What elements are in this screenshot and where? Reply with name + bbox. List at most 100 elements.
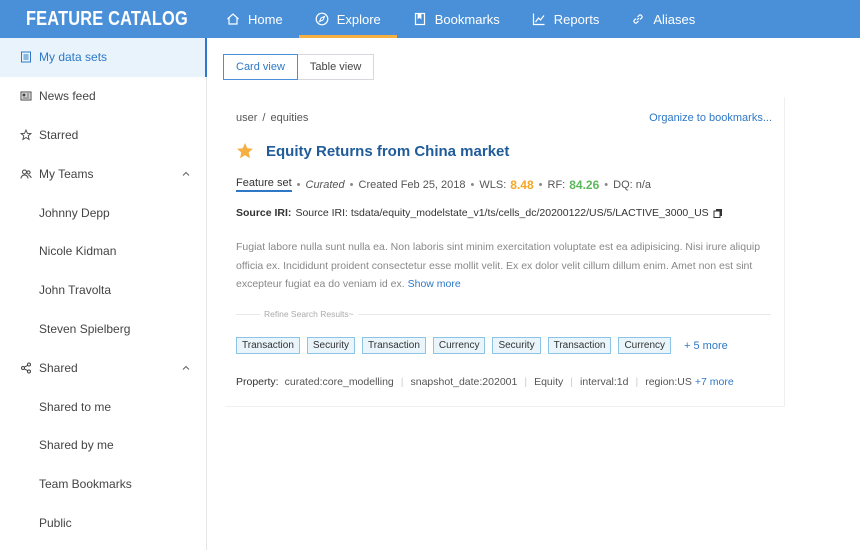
sidebar-item-shared-by-me[interactable]: Shared by me — [0, 426, 206, 465]
property-separator: | — [524, 376, 528, 388]
home-icon — [227, 13, 239, 25]
show-more-link[interactable]: Show more — [408, 278, 461, 290]
property-label: Property: — [236, 376, 279, 388]
tags-more-link[interactable]: + 5 more — [684, 340, 728, 352]
refine-label[interactable]: Refine Search Results~ — [264, 309, 354, 319]
source-iri: Source IRI: Source IRI: tsdata/equity_mo… — [236, 207, 723, 219]
organize-bookmarks-link[interactable]: Organize to bookmarks... — [649, 112, 772, 124]
sidebar-item-john-travolta[interactable]: John Travolta — [0, 271, 206, 310]
nav-explore[interactable]: Explore — [298, 0, 397, 38]
tag-chip[interactable]: Transaction — [362, 337, 426, 354]
tag-chip[interactable]: Currency — [432, 337, 486, 354]
nav-bookmarks-label: Bookmarks — [434, 11, 500, 27]
star-filled-icon[interactable] — [236, 142, 254, 160]
rf-value: 84.26 — [569, 177, 600, 192]
sidebar-item-johnny-depp[interactable]: Johnny Depp — [0, 193, 206, 232]
property-separator: | — [400, 376, 404, 388]
tag-chip[interactable]: Security — [492, 337, 541, 354]
chevron-up-icon[interactable] — [181, 363, 191, 373]
sidebar: My data sets News feed Starred My Teams … — [0, 38, 207, 550]
nav-reports-label: Reports — [553, 11, 600, 27]
meta-separator: • — [470, 178, 475, 191]
nav-reports[interactable]: Reports — [516, 0, 616, 38]
property-value[interactable]: interval:1d — [580, 376, 628, 388]
sidebar-item-news-feed[interactable]: News feed — [0, 77, 206, 116]
sidebar-item-label: Shared to me — [39, 399, 112, 414]
dataset-type: Feature set — [236, 177, 292, 192]
properties-more-link[interactable]: +7 more — [695, 376, 734, 388]
sidebar-item-label: Nicole Kidman — [39, 244, 117, 259]
wls-value: 8.48 — [510, 177, 534, 192]
dataset-description: Fugiat labore nulla sunt nulla ea. Non l… — [236, 238, 771, 294]
sidebar-item-nicole-kidman[interactable]: Nicole Kidman — [0, 232, 206, 271]
meta-separator: • — [296, 178, 301, 191]
tag-list: Transaction Security Transaction Currenc… — [236, 337, 728, 354]
share-icon — [20, 362, 32, 374]
sidebar-item-team-bookmarks[interactable]: Team Bookmarks — [0, 465, 206, 504]
meta-separator: • — [604, 178, 609, 191]
nav-home-label: Home — [248, 11, 283, 27]
tag-chip[interactable]: Currency — [618, 337, 672, 354]
breadcrumb-item[interactable]: user — [236, 112, 257, 124]
sidebar-item-steven-spielberg[interactable]: Steven Spielberg — [0, 310, 206, 349]
sidebar-item-label: Starred — [39, 127, 79, 142]
sidebar-item-label: Johnny Depp — [39, 205, 110, 220]
dataset-card: user / equities Organize to bookmarks... E… — [225, 97, 785, 407]
main-nav: Home Explore Bookmarks Reports Aliases — [210, 0, 711, 38]
tag-chip[interactable]: Security — [306, 337, 355, 354]
sidebar-item-label: My data sets — [39, 50, 108, 65]
chart-icon — [532, 13, 545, 26]
property-value[interactable]: Equity — [534, 376, 563, 388]
sidebar-item-label: Team Bookmarks — [39, 477, 132, 492]
table-view-button[interactable]: Table view — [297, 54, 375, 80]
sidebar-item-starred[interactable]: Starred — [0, 116, 206, 155]
sidebar-item-label: News feed — [39, 89, 96, 104]
app-logo[interactable]: FEATURE CATALOG — [0, 0, 210, 38]
breadcrumb: user / equities — [236, 112, 308, 124]
nav-aliases-label: Aliases — [653, 11, 696, 27]
nav-aliases[interactable]: Aliases — [615, 0, 711, 38]
newspaper-icon — [20, 90, 32, 102]
copy-icon[interactable] — [713, 208, 723, 218]
nav-home[interactable]: Home — [210, 0, 299, 38]
app-name: FEATURE CATALOG — [26, 7, 188, 30]
divider-line — [357, 313, 771, 315]
nav-explore-label: Explore — [336, 11, 381, 27]
sidebar-item-label: Steven Spielberg — [39, 321, 131, 336]
sidebar-item-label: Public — [39, 515, 72, 530]
sidebar-item-public[interactable]: Public — [0, 504, 206, 543]
sidebar-item-label: Shared by me — [39, 438, 114, 453]
tag-chip[interactable]: Transaction — [547, 337, 612, 354]
star-outline-icon — [20, 128, 32, 141]
tag-chip[interactable]: Transaction — [236, 337, 300, 354]
team-icon — [20, 168, 32, 180]
top-navbar: FEATURE CATALOG Home Explore Bookmarks R… — [0, 0, 860, 38]
property-value[interactable]: curated:core_modelling — [285, 376, 394, 388]
dataset-meta: Feature set • Curated • Created Feb 25, … — [236, 177, 651, 192]
property-list: Property: curated:core_modelling | snaps… — [236, 376, 734, 388]
card-title-row: Equity Returns from China market — [236, 142, 509, 160]
dataset-title[interactable]: Equity Returns from China market — [266, 143, 509, 160]
property-separator: | — [635, 376, 639, 388]
sidebar-item-shared-to-me[interactable]: Shared to me — [0, 387, 206, 426]
dataset-created: Created Feb 25, 2018 — [358, 178, 466, 191]
sidebar-item-my-data-sets[interactable]: My data sets — [0, 38, 207, 77]
description-text: Fugiat labore nulla sunt nulla ea. Non l… — [236, 241, 761, 290]
source-iri-value: Source IRI: tsdata/equity_modelstate_v1/… — [295, 207, 709, 219]
property-value[interactable]: snapshot_date:202001 — [411, 376, 518, 388]
source-iri-label: Source IRI: — [236, 207, 292, 219]
meta-separator: • — [349, 178, 354, 191]
sidebar-item-my-teams[interactable]: My Teams — [0, 154, 206, 193]
chevron-up-icon[interactable] — [181, 169, 191, 179]
wls-label: WLS: — [479, 178, 507, 191]
dq-value: DQ: n/a — [613, 178, 652, 191]
view-toggle: Card view Table view — [223, 54, 375, 80]
breadcrumb-item[interactable]: equities — [270, 112, 308, 124]
meta-separator: • — [538, 178, 543, 191]
sidebar-item-shared[interactable]: Shared — [0, 348, 206, 387]
property-value[interactable]: region:US — [645, 376, 692, 388]
card-view-button[interactable]: Card view — [223, 54, 298, 80]
nav-bookmarks[interactable]: Bookmarks — [397, 0, 516, 38]
rf-label: RF: — [547, 178, 566, 191]
property-separator: | — [570, 376, 574, 388]
